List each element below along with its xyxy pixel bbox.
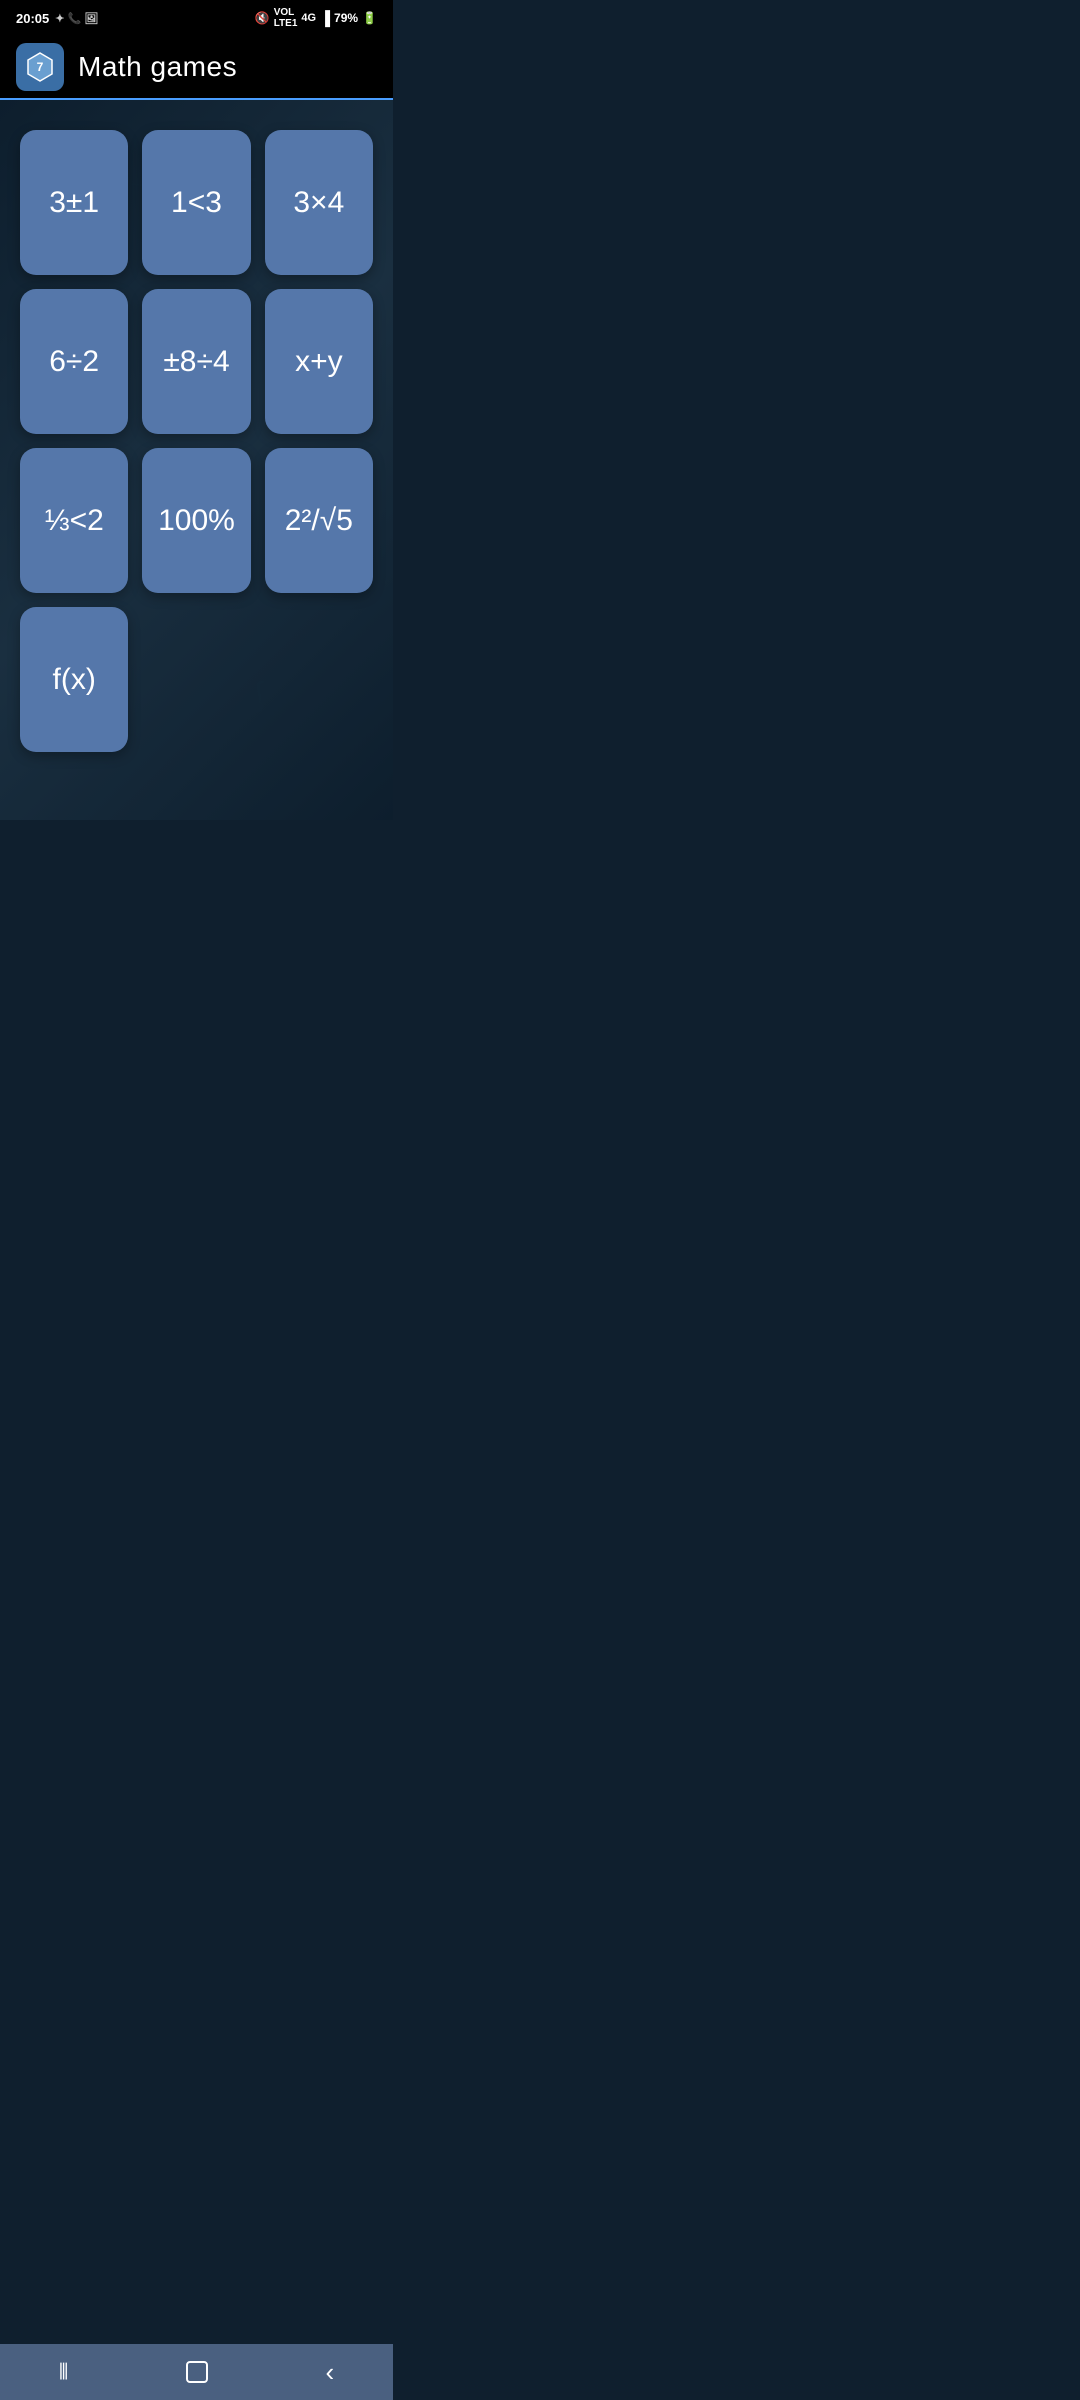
back-icon: ‹ — [326, 2357, 335, 2388]
game-card-power-root[interactable]: 2²/√5 — [265, 448, 373, 593]
battery-icon: 🔋 — [362, 11, 377, 25]
signal-icon: ▐ — [320, 10, 330, 26]
game-card-multiplication[interactable]: 3×4 — [265, 130, 373, 275]
network-icon: VOLLTE1 — [274, 7, 298, 29]
notification-icons: ✦ 📞 🖼 — [55, 12, 98, 25]
back-button[interactable]: ‹ — [306, 2349, 355, 2396]
game-card-signed-division[interactable]: ±8÷4 — [142, 289, 250, 434]
games-row-single: f(x) — [20, 607, 373, 752]
recent-apps-button[interactable]: ⦀ — [39, 2351, 89, 2393]
game-card-function[interactable]: f(x) — [20, 607, 128, 752]
app-title: Math games — [78, 51, 237, 83]
time-display: 20:05 — [16, 11, 49, 26]
game-card-addition-subtraction[interactable]: 3±1 — [20, 130, 128, 275]
recent-apps-icon: ⦀ — [59, 2359, 69, 2385]
app-icon: 7 — [16, 43, 64, 91]
game-card-comparison[interactable]: 1<3 — [142, 130, 250, 275]
app-bar: 7 Math games — [0, 36, 393, 100]
status-bar: 20:05 ✦ 📞 🖼 🔇 VOLLTE1 4G ▐ 79% 🔋 — [0, 0, 393, 36]
game-card-division[interactable]: 6÷2 — [20, 289, 128, 434]
svg-text:7: 7 — [37, 60, 44, 74]
game-card-percentage[interactable]: 100% — [142, 448, 250, 593]
bottom-nav: ⦀ ‹ — [0, 2344, 393, 2400]
game-card-algebra[interactable]: x+y — [265, 289, 373, 434]
mute-icon: 🔇 — [255, 11, 270, 25]
battery-percent: 79% — [334, 11, 358, 25]
game-card-fraction-comparison[interactable]: ⅓<2 — [20, 448, 128, 593]
status-bar-right: 🔇 VOLLTE1 4G ▐ 79% 🔋 — [255, 7, 377, 29]
4g-icon: 4G — [301, 12, 316, 24]
home-button[interactable] — [166, 2353, 228, 2391]
main-content: ∑ π 7 ∞ √x 2+3 ∫ f(x)= ÷ α² 3±1 1<3 3×4 … — [0, 100, 393, 820]
games-grid: 3±1 1<3 3×4 6÷2 ±8÷4 x+y ⅓<2 100% 2²/√5 — [20, 130, 373, 593]
home-icon — [186, 2361, 208, 2383]
status-bar-left: 20:05 ✦ 📞 🖼 — [16, 11, 98, 26]
